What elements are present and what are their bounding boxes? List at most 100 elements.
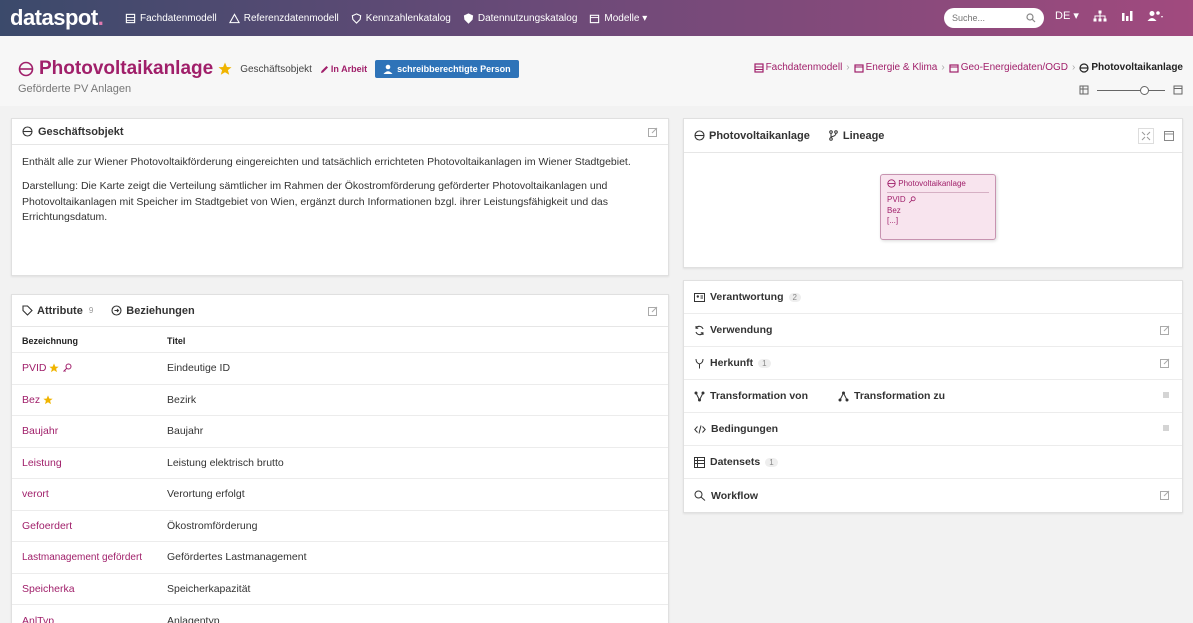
workflow-icon (694, 490, 706, 501)
responsible-person-button[interactable]: schreibberechtigte Person (375, 60, 519, 78)
attribute-name[interactable]: Baujahr (12, 415, 157, 447)
attribute-title: Eindeutige ID (157, 352, 668, 384)
attribute-name[interactable]: Lastmanagement gefördert (12, 541, 157, 573)
business-object-icon (18, 61, 34, 77)
layout-wide-icon[interactable] (1173, 85, 1183, 95)
nav-referenzdatenmodell[interactable]: Referenzdatenmodell (228, 13, 339, 24)
tab-attribute-count: 9 (88, 306, 94, 315)
attribute-title: Anlagentyp (157, 604, 668, 623)
table-row[interactable]: Bez Bezirk (12, 383, 668, 416)
attribute-name[interactable]: Speicherka (12, 572, 157, 605)
search-icon[interactable] (1026, 13, 1036, 23)
app-logo[interactable]: dataspot. (0, 5, 125, 31)
section-label[interactable]: Transformation von (710, 390, 808, 402)
section-label[interactable]: Transformation zu (854, 390, 945, 402)
menu-icon[interactable] (1162, 391, 1170, 399)
section-count-badge: 2 (788, 292, 801, 302)
table-row[interactable]: Speicherka Speicherkapazität (12, 572, 668, 605)
breadcrumb-separator: › (941, 62, 945, 73)
lineage-node-line: Bez (887, 205, 901, 215)
sitemap-icon[interactable] (1093, 10, 1107, 22)
edit-icon[interactable] (1160, 325, 1170, 335)
tab-lineage-label: Lineage (842, 129, 885, 142)
attribute-title: Bezirk (157, 383, 668, 416)
lineage-node[interactable]: Photovoltaikanlage PVID Bez [...] (880, 174, 996, 240)
star-icon (43, 395, 53, 405)
attribute-name-text[interactable]: Bez (22, 394, 40, 406)
nav-modelle-dropdown[interactable]: Modelle ▾ (589, 13, 647, 24)
attribute-name[interactable]: Gefoerdert (12, 509, 157, 542)
section-count-badge: 1 (765, 457, 778, 467)
breadcrumb-item-geo-energiedaten[interactable]: Geo-Energiedaten/OGD (949, 62, 1068, 73)
nav-label: Fachdatenmodell (140, 12, 217, 24)
object-type-label: Geschäftsobjekt (240, 63, 312, 75)
slider-track[interactable] (1097, 85, 1165, 95)
section-verantwortung[interactable]: Verantwortung 2 (684, 281, 1182, 314)
column-header-titel[interactable]: Titel (157, 327, 668, 353)
tab-beziehungen-label: Beziehungen (126, 304, 195, 317)
database-icon (125, 13, 136, 23)
lineage-node-line: [...] (887, 216, 899, 226)
transformation-to-icon (838, 391, 849, 401)
attribute-name-text[interactable]: PVID (22, 362, 47, 374)
collapse-icon[interactable] (1138, 128, 1154, 144)
section-verwendung[interactable]: Verwendung (684, 314, 1182, 347)
column-header-bezeichnung[interactable]: Bezeichnung (12, 327, 157, 353)
attribute-name[interactable]: PVID (12, 352, 157, 384)
table-row[interactable]: Lastmanagement gefördert Gefördertes Las… (12, 541, 668, 573)
bar-chart-icon[interactable] (1121, 10, 1133, 22)
key-icon (63, 363, 72, 373)
tab-attribute-label: Attribute (37, 304, 83, 317)
section-bedingungen[interactable]: Bedingungen (684, 413, 1182, 446)
attributes-panel: Attribute 9 Beziehungen Bezeichnung Tite… (11, 294, 669, 623)
section-workflow[interactable]: Workflow (684, 479, 1182, 512)
tab-lineage[interactable]: Lineage (828, 129, 885, 142)
attribute-title: Leistung elektrisch brutto (157, 446, 668, 479)
slider-handle[interactable] (1140, 85, 1149, 95)
user-menu-icon[interactable] (1147, 10, 1165, 22)
attribute-name[interactable]: verort (12, 478, 157, 510)
responsibility-icon (694, 292, 705, 302)
page-header: Photovoltaikanlage Geschäftsobjekt In Ar… (0, 36, 1193, 106)
section-datensets[interactable]: Datensets 1 (684, 446, 1182, 479)
attributes-table: Bezeichnung Titel PVID Eindeutige ID Bez… (12, 327, 668, 623)
search-input[interactable] (952, 13, 1022, 23)
status-badge[interactable]: In Arbeit (320, 64, 367, 74)
attribute-name[interactable]: Leistung (12, 446, 157, 479)
table-row[interactable]: Baujahr Baujahr (12, 415, 668, 447)
section-label: Bedingungen (711, 423, 779, 435)
search-box[interactable] (944, 8, 1044, 28)
details-accordion: Verantwortung 2 Verwendung Herkunft 1 Tr… (683, 280, 1183, 513)
section-transformation[interactable]: Transformation von Transformation zu (684, 380, 1182, 413)
tab-beziehungen[interactable]: Beziehungen (111, 304, 195, 317)
edit-icon[interactable] (1160, 358, 1170, 368)
table-row[interactable]: AnlTyp Anlagentyp (12, 604, 668, 623)
edit-icon[interactable] (648, 127, 658, 137)
section-herkunft[interactable]: Herkunft 1 (684, 347, 1182, 380)
table-row[interactable]: verort Verortung erfolgt (12, 478, 668, 510)
page-title-text: Photovoltaikanlage (39, 58, 214, 79)
nav-kennzahlenkatalog[interactable]: Kennzahlenkatalog (351, 13, 451, 24)
tab-attribute[interactable]: Attribute 9 (22, 305, 93, 317)
breadcrumb-item-energie-klima[interactable]: Energie & Klima (854, 62, 937, 73)
nav-datennutzungskatalog[interactable]: Datennutzungskatalog (463, 13, 577, 24)
window-icon[interactable] (1164, 131, 1174, 141)
menu-icon[interactable] (1162, 424, 1170, 432)
table-row[interactable]: Gefoerdert Ökostromförderung (12, 509, 668, 542)
breadcrumb-item-fachdatenmodell[interactable]: Fachdatenmodell (753, 62, 842, 73)
box-icon (590, 14, 600, 23)
table-row[interactable]: Leistung Leistung elektrisch brutto (12, 446, 668, 479)
lineage-tabs: Photovoltaikanlage Lineage (694, 130, 884, 142)
layout-compact-icon[interactable] (1079, 85, 1089, 95)
nav-fachdatenmodell[interactable]: Fachdatenmodell (125, 13, 217, 24)
layout-zoom-slider[interactable] (1079, 85, 1183, 95)
attribute-name[interactable]: Bez (12, 383, 157, 416)
language-selector[interactable]: DE ▾ (1055, 9, 1079, 22)
attribute-name[interactable]: AnlTyp (12, 604, 157, 623)
tab-photovoltaikanlage[interactable]: Photovoltaikanlage (694, 130, 810, 142)
edit-icon[interactable] (648, 306, 658, 316)
table-row[interactable]: PVID Eindeutige ID (12, 352, 668, 384)
attribute-title: Verortung erfolgt (157, 478, 668, 510)
description-paragraph: Darstellung: Die Karte zeigt die Verteil… (22, 179, 609, 224)
edit-icon[interactable] (1160, 490, 1170, 500)
